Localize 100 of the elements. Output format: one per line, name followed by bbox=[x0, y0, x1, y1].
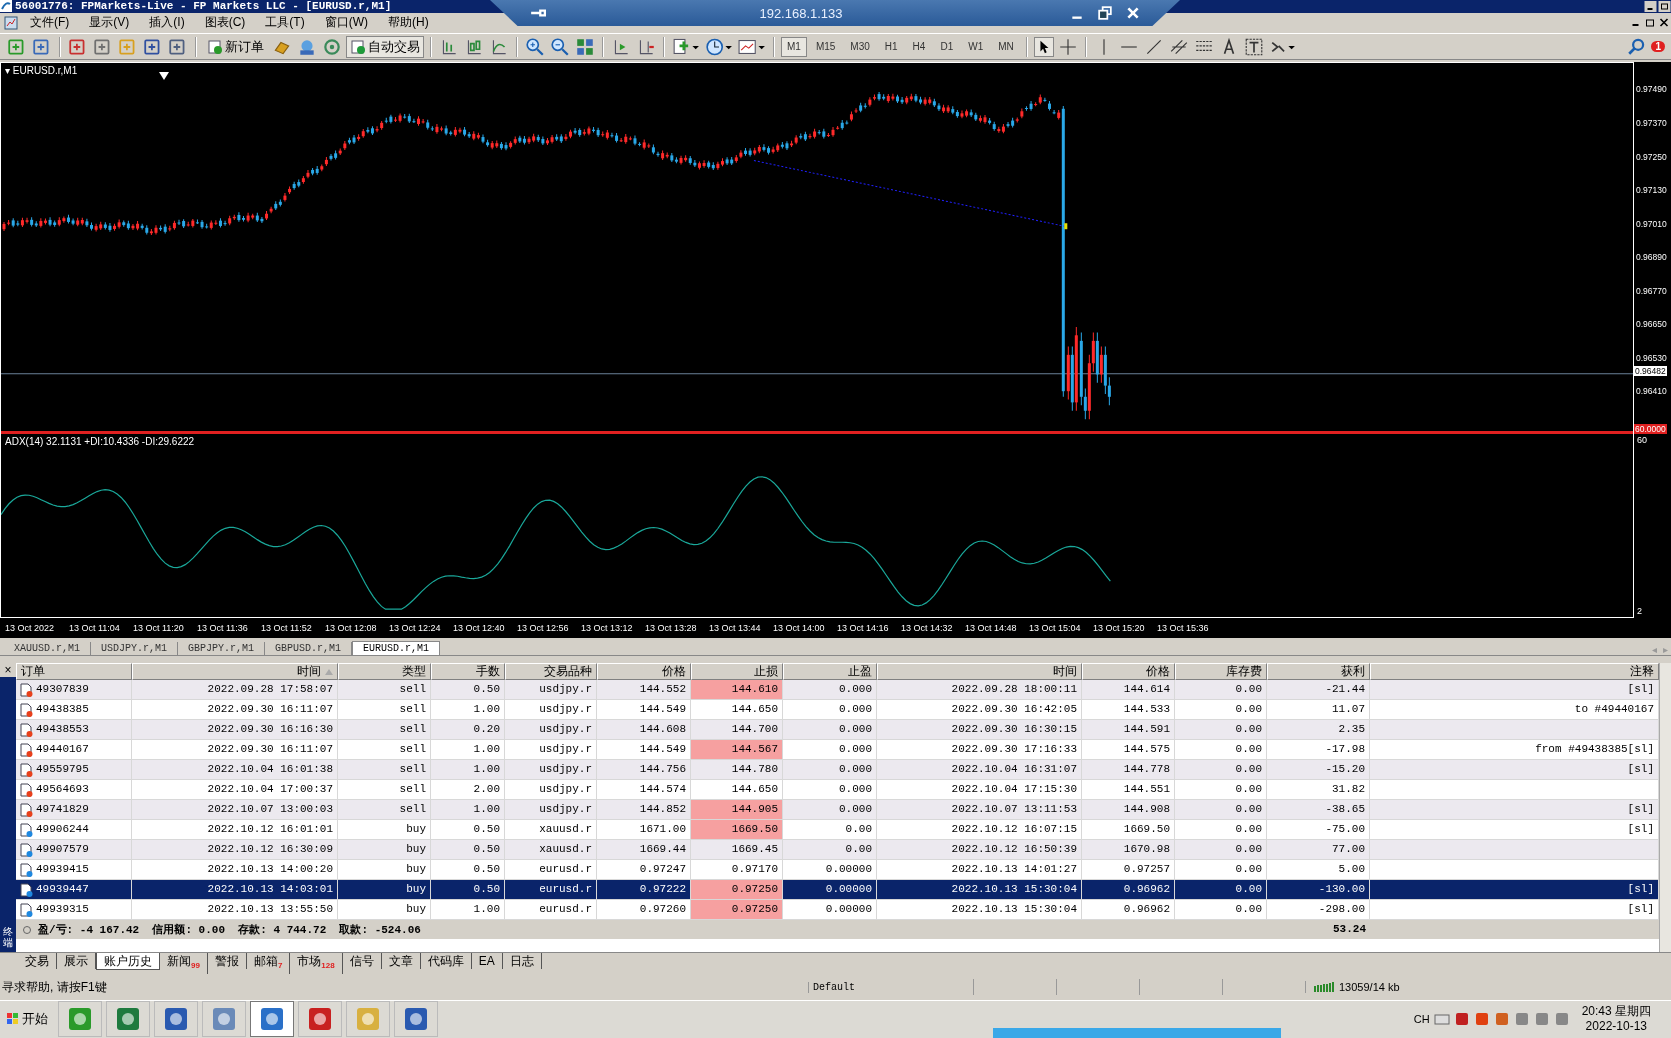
column-header[interactable]: 价格 bbox=[1082, 663, 1175, 681]
taskbar-app-icon[interactable] bbox=[202, 1001, 246, 1038]
terminal-tab[interactable]: EA bbox=[471, 952, 503, 969]
column-header[interactable]: 注释 bbox=[1370, 663, 1659, 681]
timeframe-button[interactable]: M15 bbox=[809, 36, 842, 57]
timeframe-button[interactable]: D1 bbox=[934, 36, 960, 57]
terminal-tab[interactable]: 邮箱$_{7}$ bbox=[246, 952, 291, 974]
new-order-icon bbox=[207, 38, 223, 55]
timeframe-button[interactable]: H4 bbox=[906, 36, 932, 57]
table-row[interactable]: 49307839 2022.09.28 17:58:07 sell 0.50 usdjpy.r 144.552 144.610 0.000 2022.09.28 18:00:11 144.614 0.00 -21.44 [sl] bbox=[16, 680, 1659, 701]
chart-tab[interactable]: XAUUSD.r,M1 bbox=[4, 642, 91, 656]
column-header[interactable]: 交易品种 bbox=[505, 663, 597, 681]
chart-shift-marker-icon[interactable] bbox=[159, 72, 169, 81]
tray-icon[interactable] bbox=[1493, 1011, 1510, 1028]
order-icon bbox=[19, 742, 33, 757]
table-row[interactable]: 49907579 2022.10.12 16:30:09 buy 0.50 xauusd.r 1669.44 1669.45 0.00 2022.10.12 16:50:39 1670.98 0.00 77.00 bbox=[16, 840, 1659, 861]
table-cell: 2022.09.30 16:16:30 bbox=[132, 720, 338, 740]
menu-item[interactable]: 图表(C) bbox=[196, 14, 254, 32]
terminal-tab[interactable]: 文章 bbox=[381, 952, 421, 969]
table-row[interactable]: 49939447 2022.10.13 14:03:01 buy 0.50 eurusd.r 0.97222 0.97250 0.00000 2022.10.13 15:30:04 0.96962 0.00 -130.00 [sl] bbox=[16, 880, 1659, 901]
terminal-tab[interactable]: 代码库 bbox=[420, 952, 472, 969]
column-header[interactable]: 价格 bbox=[597, 663, 691, 681]
indicator-scale-label: 60 bbox=[1637, 435, 1647, 446]
time-label: 13 Oct 12:08 bbox=[325, 623, 378, 634]
terminal-tab[interactable]: 交易 bbox=[18, 952, 57, 969]
terminal-tab[interactable]: 市场$_{128}$ bbox=[290, 952, 343, 974]
menu-item[interactable]: 工具(T) bbox=[257, 14, 313, 32]
chart-tab[interactable]: GBPJPY.r,M1 bbox=[178, 642, 266, 656]
menu-item[interactable]: 显示(V) bbox=[81, 14, 138, 32]
table-cell: 2022.10.07 13:11:53 bbox=[877, 800, 1082, 820]
auto-trading-button[interactable]: 自动交易 bbox=[346, 35, 424, 58]
timeframe-button[interactable]: M1 bbox=[781, 36, 807, 57]
table-cell: 77.00 bbox=[1267, 840, 1370, 860]
tray-icon[interactable] bbox=[1533, 1011, 1550, 1028]
timeframe-button[interactable]: MN bbox=[992, 36, 1020, 57]
table-row[interactable]: 49438553 2022.09.30 16:16:30 sell 0.20 usdjpy.r 144.608 144.700 0.000 2022.09.30 16:30:15 144.591 0.00 2.35 bbox=[16, 720, 1659, 741]
collapse-marker[interactable]: ▾ bbox=[5, 65, 10, 77]
table-row[interactable]: 49741829 2022.10.07 13:00:03 sell 1.00 usdjpy.r 144.852 144.905 0.000 2022.10.07 13:11:53 144.908 0.00 -38.65 [sl] bbox=[16, 800, 1659, 821]
column-header[interactable]: 止盈 bbox=[783, 663, 877, 681]
table-cell: 0.97247 bbox=[597, 860, 691, 880]
taskbar-app-icon[interactable] bbox=[394, 1001, 438, 1038]
tray-icon[interactable] bbox=[1473, 1011, 1490, 1028]
restore-icon[interactable] bbox=[1098, 6, 1112, 20]
restore-icon[interactable] bbox=[1644, 17, 1657, 29]
chart-tab[interactable]: USDJPY.r,M1 bbox=[91, 642, 179, 656]
tray-icon[interactable] bbox=[1453, 1011, 1470, 1028]
total-profit: 53.24 bbox=[1332, 922, 1367, 938]
column-header[interactable]: 类型 bbox=[338, 663, 431, 681]
table-cell: sell bbox=[338, 760, 431, 780]
column-header[interactable]: 止损 bbox=[691, 663, 783, 681]
timeframe-button[interactable]: M30 bbox=[844, 36, 876, 57]
close-icon[interactable] bbox=[1658, 17, 1671, 29]
menu-item[interactable]: 插入(I) bbox=[141, 14, 193, 32]
menu-item[interactable]: 文件(F) bbox=[22, 14, 78, 32]
taskbar-app-icon[interactable] bbox=[154, 1001, 198, 1038]
column-header[interactable]: 手数 bbox=[431, 663, 505, 681]
table-cell: 2.35 bbox=[1267, 720, 1370, 740]
pin-icon[interactable] bbox=[530, 7, 546, 19]
table-cell: 0.000 bbox=[783, 740, 877, 760]
close-icon[interactable] bbox=[1126, 6, 1140, 20]
language-indicator[interactable]: CH bbox=[1413, 1013, 1430, 1026]
zoom-in-icon[interactable] bbox=[524, 35, 546, 58]
column-header[interactable]: 库存费 bbox=[1175, 663, 1267, 681]
table-cell: 1.00 bbox=[431, 900, 505, 920]
table-cell: 0.00 bbox=[1175, 820, 1267, 840]
taskbar-app-icon[interactable] bbox=[250, 1001, 294, 1038]
terminal-tab[interactable]: 账户历史 bbox=[96, 952, 160, 970]
connection-status: 13059/14 kb bbox=[1339, 981, 1400, 994]
column-header[interactable]: 订单 bbox=[16, 663, 132, 681]
taskbar-app-icon[interactable] bbox=[298, 1001, 342, 1038]
restore-icon[interactable] bbox=[1658, 0, 1671, 12]
scrollbar[interactable] bbox=[1659, 663, 1671, 952]
terminal-tab[interactable]: 日志 bbox=[502, 952, 542, 969]
close-icon[interactable]: × bbox=[0, 663, 16, 678]
column-header[interactable]: 获利 bbox=[1267, 663, 1370, 681]
chart-window-icon[interactable] bbox=[4, 15, 18, 30]
timeframe-button[interactable]: W1 bbox=[962, 36, 990, 57]
zoom-out-icon[interactable] bbox=[549, 35, 571, 58]
tray-icon[interactable] bbox=[1513, 1011, 1530, 1028]
taskbar-app-icon[interactable] bbox=[58, 1001, 102, 1038]
column-header[interactable]: 时间 bbox=[132, 663, 338, 681]
timeframe-button[interactable]: H1 bbox=[878, 36, 904, 57]
cursor-icon[interactable] bbox=[1033, 36, 1054, 57]
tray-icon[interactable] bbox=[1553, 1011, 1570, 1028]
notification-badge[interactable]: 1 bbox=[1651, 41, 1665, 53]
taskbar-app-icon[interactable] bbox=[106, 1001, 150, 1038]
table-cell: 0.00 bbox=[1175, 740, 1267, 760]
time-label: 13 Oct 12:56 bbox=[517, 623, 570, 634]
new-order-button[interactable]: 新订单 bbox=[203, 35, 268, 58]
menu-item[interactable]: 帮助(H) bbox=[380, 14, 437, 32]
table-row[interactable]: 49559795 2022.10.04 16:01:38 sell 1.00 usdjpy.r 144.756 144.780 0.000 2022.10.04 16:31:07 144.778 0.00 -15.20 [sl] bbox=[16, 760, 1659, 781]
chart-tab[interactable]: EURUSD.r,M1 bbox=[352, 641, 441, 656]
column-header[interactable]: 时间 bbox=[877, 663, 1082, 681]
table-cell: 1670.98 bbox=[1082, 840, 1175, 860]
terminal-tab[interactable]: 新闻$_{99}$ bbox=[160, 952, 208, 974]
minimize-icon[interactable] bbox=[1644, 0, 1657, 12]
terminal-tab[interactable]: 信号 bbox=[342, 952, 382, 969]
terminal-tab[interactable]: 警报 bbox=[207, 952, 247, 969]
start-button[interactable]: 开始 bbox=[0, 1002, 54, 1037]
menu-item[interactable]: 窗口(W) bbox=[316, 14, 376, 32]
